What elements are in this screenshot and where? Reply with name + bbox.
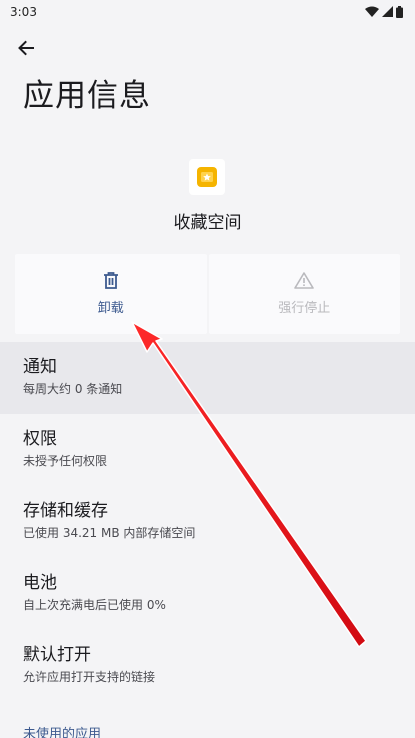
app-name: 收藏空间 — [173, 213, 242, 233]
status-bar: 3:03 — [0, 0, 415, 24]
warning-icon — [294, 272, 315, 289]
trash-icon — [103, 272, 118, 289]
app-icon — [189, 159, 225, 195]
settings-list: 通知 每周大约 0 条通知 权限 未授予任何权限 存储和缓存 已使用 34.21… — [0, 342, 415, 702]
settings-item-permissions[interactable]: 权限 未授予任何权限 — [0, 414, 415, 486]
item-subtitle: 已使用 34.21 MB 内部存储空间 — [23, 526, 196, 540]
item-title: 通知 — [23, 357, 57, 377]
item-title: 权限 — [23, 429, 57, 449]
settings-item-notifications[interactable]: 通知 每周大约 0 条通知 — [0, 342, 415, 414]
item-subtitle: 允许应用打开支持的链接 — [23, 670, 156, 684]
arrow-back-icon — [18, 40, 34, 56]
action-row: 卸载 强行停止 — [15, 254, 400, 334]
status-icons — [365, 6, 403, 18]
item-subtitle: 自上次充满电后已使用 0% — [23, 598, 166, 612]
item-title: 电池 — [23, 573, 57, 593]
app-info-screen: 3:03 应用信息 收藏空间 卸载 强行停止 通知 每周大约 0 条通知 权限 … — [0, 0, 415, 738]
uninstall-label: 卸载 — [97, 301, 124, 316]
item-subtitle: 每周大约 0 条通知 — [23, 382, 123, 396]
item-title: 存储和缓存 — [23, 501, 108, 521]
app-star-icon — [197, 167, 217, 187]
status-time: 3:03 — [10, 5, 37, 19]
item-subtitle: 未授予任何权限 — [23, 454, 108, 468]
force-stop-label: 强行停止 — [278, 301, 331, 316]
back-button[interactable] — [12, 36, 40, 60]
signal-icon — [382, 6, 393, 17]
settings-item-open-by-default[interactable]: 默认打开 允许应用打开支持的链接 — [0, 630, 415, 702]
force-stop-button[interactable]: 强行停止 — [208, 254, 400, 334]
battery-icon — [396, 6, 403, 18]
page-title: 应用信息 — [23, 78, 151, 114]
item-title: 默认打开 — [23, 645, 91, 665]
unused-apps-section[interactable]: 未使用的应用 — [23, 723, 101, 738]
settings-item-storage[interactable]: 存储和缓存 已使用 34.21 MB 内部存储空间 — [0, 486, 415, 558]
uninstall-button[interactable]: 卸载 — [15, 254, 207, 334]
settings-item-battery[interactable]: 电池 自上次充满电后已使用 0% — [0, 558, 415, 630]
wifi-icon — [365, 6, 379, 17]
